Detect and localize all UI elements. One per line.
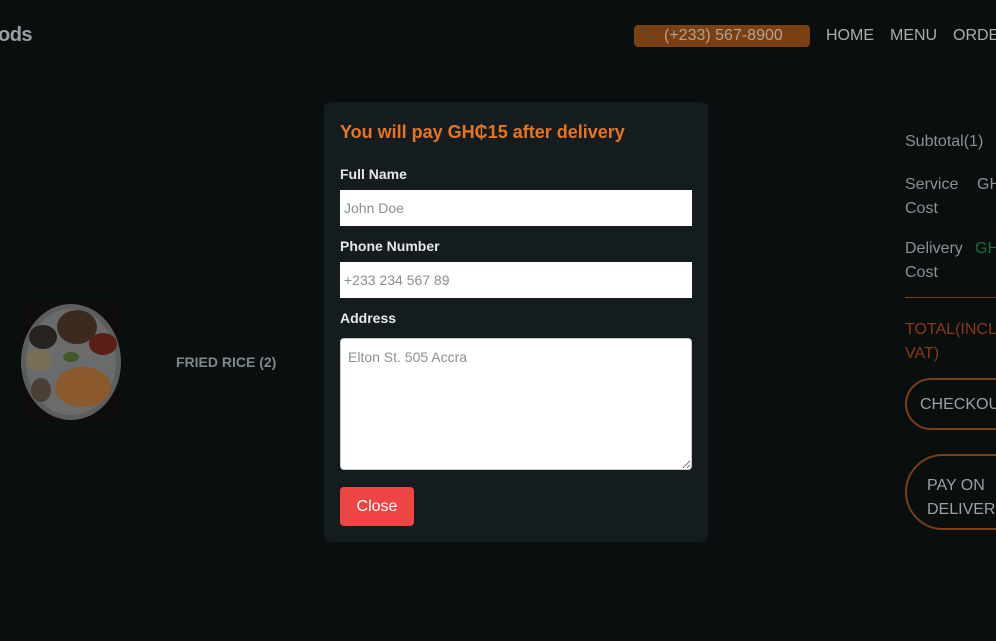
phone-icon — [640, 25, 656, 48]
address-textarea[interactable] — [340, 338, 692, 470]
delivery-cost-label: Delivery Cost — [905, 240, 963, 281]
total-label: TOTAL(INCL VAT) — [905, 321, 996, 362]
brand-logo-text[interactable]: ods — [0, 24, 33, 47]
service-cost-value: GH — [977, 176, 996, 193]
food-item-image — [21, 302, 121, 421]
cart-item-name: FRIED RICE (2) — [176, 354, 277, 370]
phone-badge[interactable]: (+233) 567-8900 — [634, 25, 810, 47]
full-name-label: Full Name — [340, 166, 407, 182]
nav-link-home[interactable]: HOME — [826, 27, 874, 45]
close-button[interactable]: Close — [340, 487, 414, 526]
phone-number-input[interactable] — [340, 262, 692, 298]
address-label: Address — [340, 310, 397, 326]
checkout-button[interactable]: CHECKOU — [905, 378, 996, 430]
service-cost-row: Service Cost GH — [905, 173, 996, 221]
phone-number-label: Phone Number — [340, 238, 440, 254]
nav-link-menu[interactable]: MENU — [890, 27, 937, 45]
delivery-cost-value: GH — [975, 240, 996, 257]
modal-title: You will pay GH₵15 after delivery — [340, 122, 625, 142]
pay-on-delivery-button[interactable]: PAY ON DELIVERY — [905, 454, 996, 530]
delivery-cost-row: Delivery Cost GH — [905, 237, 996, 285]
subtotal-label: Subtotal(1) — [905, 133, 984, 150]
service-cost-label: Service Cost — [905, 176, 959, 217]
full-name-input[interactable] — [340, 190, 692, 226]
summary-divider — [905, 297, 996, 298]
nav-link-order[interactable]: ORDE — [953, 27, 996, 45]
top-navbar: ods (+233) 567-8900 HOME MENU ORDE — [0, 0, 996, 74]
phone-number: (+233) 567-8900 — [664, 27, 783, 44]
pay-on-delivery-modal: You will pay GH₵15 after delivery Full N… — [324, 102, 708, 542]
